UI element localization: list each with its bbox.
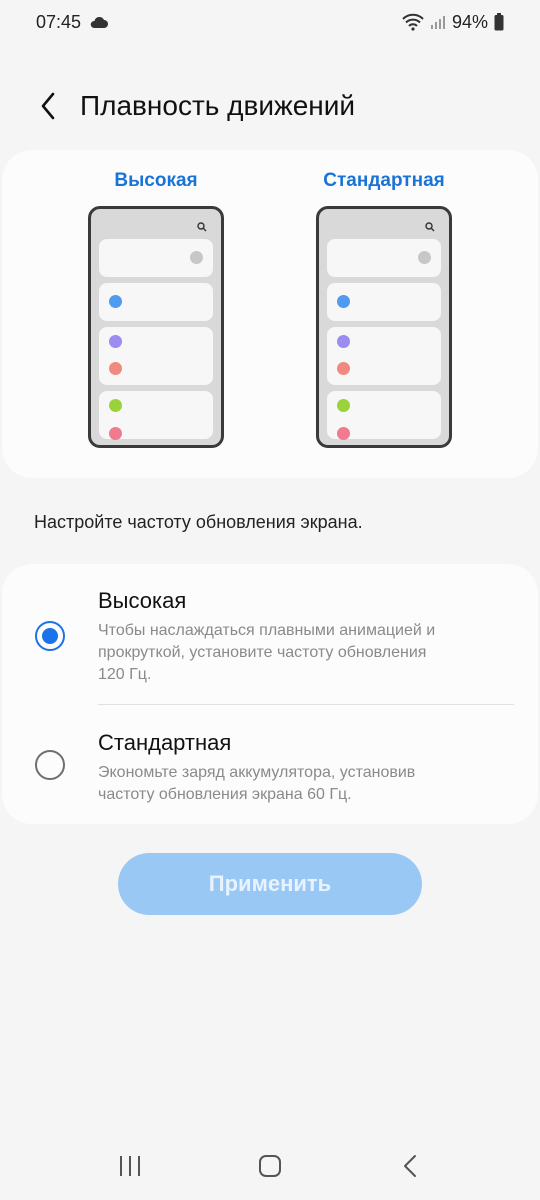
option-title-standard: Стандартная — [98, 730, 232, 755]
options-card: Высокая Чтобы наслаждаться плавными аним… — [2, 564, 538, 824]
dot-gray — [190, 251, 203, 264]
mini-card — [99, 391, 213, 440]
mini-card — [327, 391, 441, 440]
option-desc-high: Чтобы наслаждаться плавными анимацией и … — [98, 620, 508, 686]
recent-apps-icon — [118, 1155, 142, 1177]
search-icon — [197, 219, 207, 232]
cloud-icon — [89, 15, 109, 29]
back-icon — [402, 1154, 418, 1178]
home-icon — [258, 1154, 282, 1178]
mini-card — [327, 283, 441, 321]
description-text: Настройте частоту обновления экрана. — [34, 512, 363, 532]
navigation-bar — [0, 1140, 540, 1192]
option-high[interactable]: Высокая Чтобы наслаждаться плавными аним… — [2, 588, 538, 686]
mini-card — [99, 283, 213, 321]
option-desc-standard: Экономьте заряд аккумулятора, установив … — [98, 762, 508, 806]
dot-salmon — [337, 362, 350, 375]
page-title: Плавность движений — [80, 90, 356, 121]
signal-icon — [430, 14, 446, 30]
radio-wrap — [2, 730, 98, 806]
status-right: 94% — [402, 12, 504, 33]
battery-percent: 94% — [451, 11, 488, 32]
phone-mockup-high — [88, 206, 224, 448]
status-left: 07:45 — [36, 12, 109, 33]
header: Плавность движений — [0, 80, 540, 132]
preview-label-high: Высокая — [114, 170, 198, 191]
option-text: Высокая Чтобы наслаждаться плавными аним… — [98, 588, 508, 686]
desc-line: частоту обновления экрана 60 Гц. — [98, 786, 352, 803]
preview-label-standard: Стандартная — [323, 170, 445, 191]
dot-blue — [337, 295, 350, 308]
desc-line: прокруткой, установите частоту обновлени… — [98, 644, 427, 661]
dot-pink — [337, 427, 350, 440]
option-text: Стандартная Экономьте заряд аккумулятора… — [98, 730, 508, 806]
option-standard[interactable]: Стандартная Экономьте заряд аккумулятора… — [2, 730, 538, 806]
preview-card: Высокая Стандартная — [2, 150, 538, 478]
preview-high: Высокая — [66, 150, 246, 478]
home-button[interactable] — [240, 1140, 300, 1192]
option-title-high: Высокая — [98, 588, 187, 613]
back-chevron-icon — [40, 92, 56, 120]
status-bar: 07:45 94% — [0, 0, 540, 44]
wifi-icon — [402, 13, 424, 31]
mini-card — [99, 239, 213, 277]
apply-button[interactable]: Применить — [118, 853, 422, 915]
dot-purple — [109, 335, 122, 348]
dot-green — [337, 399, 350, 412]
back-button[interactable] — [18, 80, 78, 132]
radio-standard[interactable] — [35, 750, 65, 780]
radio-wrap — [2, 588, 98, 686]
desc-line: Экономьте заряд аккумулятора, установив — [98, 764, 416, 781]
dot-salmon — [109, 362, 122, 375]
search-icon — [425, 219, 435, 232]
status-time: 07:45 — [36, 11, 82, 32]
recent-apps-button[interactable] — [100, 1140, 160, 1192]
battery-icon — [494, 13, 504, 31]
desc-line: 120 Гц. — [98, 666, 152, 683]
nav-back-button[interactable] — [380, 1140, 440, 1192]
mini-card — [99, 327, 213, 385]
mini-card — [327, 327, 441, 385]
dot-purple — [337, 335, 350, 348]
dot-blue — [109, 295, 122, 308]
radio-high[interactable] — [35, 621, 65, 651]
phone-mockup-standard — [316, 206, 452, 448]
preview-standard: Стандартная — [294, 150, 474, 478]
options-divider — [98, 704, 514, 705]
dot-pink — [109, 427, 122, 440]
dot-green — [109, 399, 122, 412]
mini-card — [327, 239, 441, 277]
desc-line: Чтобы наслаждаться плавными анимацией и — [98, 622, 436, 639]
dot-gray — [418, 251, 431, 264]
